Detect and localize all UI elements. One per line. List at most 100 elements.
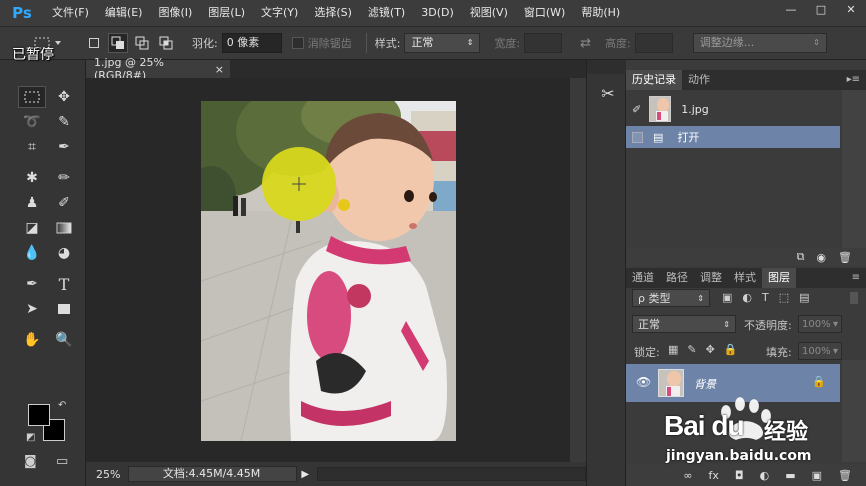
intersect-selection-button[interactable] bbox=[156, 33, 176, 53]
shape-tool[interactable] bbox=[50, 298, 78, 320]
opacity-input[interactable]: 100% ▾ bbox=[798, 315, 842, 333]
add-to-selection-button[interactable] bbox=[108, 33, 128, 53]
layer-row-background[interactable]: 👁 背景 🔒 bbox=[626, 364, 840, 402]
adjustment-layer-icon[interactable]: ◐ bbox=[760, 469, 770, 482]
foreground-color-swatch[interactable] bbox=[28, 404, 50, 426]
hand-tool[interactable]: ✋ bbox=[18, 329, 46, 351]
eraser-tool[interactable]: ◪ bbox=[18, 217, 46, 239]
new-layer-icon[interactable]: ▣ bbox=[812, 469, 822, 482]
move-tool[interactable]: ✥ bbox=[50, 86, 78, 108]
blend-mode-select[interactable]: 正常 ⇕ bbox=[632, 315, 736, 333]
lock-transparent-icon[interactable]: ▦ bbox=[668, 343, 678, 356]
document-tab[interactable]: 1.jpg @ 25%(RGB/8#) × bbox=[86, 56, 230, 82]
tab-channels[interactable]: 通道 bbox=[626, 268, 660, 288]
tab-layers[interactable]: 图层 bbox=[762, 268, 796, 288]
history-scrollbar[interactable] bbox=[842, 90, 866, 250]
canvas-horizontal-scrollbar[interactable] bbox=[317, 467, 586, 481]
smart-object-filter-icon[interactable]: ▤ bbox=[799, 291, 809, 304]
zoom-tool[interactable]: 🔍 bbox=[50, 329, 78, 351]
refine-edge-button[interactable]: 调整边缘... ⇕ bbox=[692, 33, 827, 53]
path-select-tool[interactable]: ➤ bbox=[18, 298, 46, 320]
lock-all-icon[interactable]: 🔒 bbox=[724, 343, 738, 356]
filter-toggle[interactable] bbox=[850, 292, 858, 304]
blur-tool[interactable]: 💧 bbox=[18, 242, 46, 264]
delete-layer-icon[interactable]: 🗑 bbox=[838, 469, 852, 482]
trash-icon[interactable]: 🗑 bbox=[838, 251, 852, 264]
dodge-tool[interactable]: ◕ bbox=[50, 242, 78, 264]
quick-mask-mode-icon[interactable]: ◙ bbox=[24, 454, 37, 469]
clone-stamp-tool[interactable]: ♟ bbox=[18, 192, 46, 214]
menu-image[interactable]: 图像(I) bbox=[150, 0, 200, 26]
screen-mode-icon[interactable]: ▭ bbox=[56, 454, 68, 469]
history-snapshot[interactable]: ✐ 1.jpg bbox=[626, 94, 840, 124]
tab-actions[interactable]: 动作 bbox=[682, 70, 716, 90]
layers-scrollbar[interactable] bbox=[842, 360, 866, 462]
document-image[interactable] bbox=[201, 101, 456, 441]
canvas-vertical-scrollbar[interactable] bbox=[570, 78, 586, 462]
tab-history[interactable]: 历史记录 bbox=[626, 70, 682, 90]
link-layers-icon[interactable]: ∞ bbox=[683, 469, 692, 482]
feather-input[interactable]: 0 像素 bbox=[221, 33, 282, 53]
menu-help[interactable]: 帮助(H) bbox=[573, 0, 628, 26]
tab-paths[interactable]: 路径 bbox=[660, 268, 694, 288]
type-tool[interactable]: T bbox=[50, 273, 78, 295]
style-select[interactable]: 正常 ⇕ bbox=[404, 33, 481, 53]
fill-input[interactable]: 100% ▾ bbox=[798, 342, 842, 360]
camera-icon[interactable]: ◉ bbox=[816, 251, 826, 264]
subtract-selection-icon bbox=[135, 36, 149, 50]
history-step[interactable]: ▤ 打开 bbox=[626, 126, 840, 148]
height-input[interactable] bbox=[634, 33, 673, 53]
panel-menu-icon[interactable]: ▸≡ bbox=[847, 70, 860, 90]
tab-adjustments[interactable]: 调整 bbox=[694, 268, 728, 288]
menu-view[interactable]: 视图(V) bbox=[462, 0, 516, 26]
swap-colors-icon[interactable]: ↶ bbox=[58, 400, 66, 411]
lasso-tool[interactable]: ➰ bbox=[18, 111, 46, 133]
close-button[interactable]: ✕ bbox=[837, 0, 865, 18]
minimize-button[interactable]: — bbox=[777, 0, 805, 18]
menu-window[interactable]: 窗口(W) bbox=[516, 0, 573, 26]
menu-select[interactable]: 选择(S) bbox=[306, 0, 360, 26]
brush-tool[interactable]: ✏ bbox=[50, 167, 78, 189]
layer-filter-select[interactable]: ρ 类型 ⇕ bbox=[632, 289, 710, 307]
subtract-selection-button[interactable] bbox=[132, 33, 152, 53]
width-label: 宽度: bbox=[494, 37, 521, 50]
lock-pixels-icon[interactable]: ✎ bbox=[687, 343, 696, 356]
width-input[interactable] bbox=[524, 33, 563, 53]
gradient-tool[interactable] bbox=[50, 217, 78, 239]
swap-dimensions-icon[interactable]: ⇄ bbox=[580, 36, 591, 51]
shape-filter-icon[interactable]: ⬚ bbox=[779, 291, 789, 304]
add-mask-icon[interactable]: ◘ bbox=[735, 469, 744, 482]
new-group-icon[interactable]: ▬ bbox=[785, 469, 795, 482]
menu-filter[interactable]: 滤镜(T) bbox=[360, 0, 413, 26]
adjustment-filter-icon[interactable]: ◐ bbox=[742, 291, 752, 304]
close-icon[interactable]: × bbox=[215, 63, 224, 76]
antialias-checkbox[interactable] bbox=[291, 37, 304, 49]
rect-marquee-tool[interactable] bbox=[18, 86, 46, 108]
tab-styles[interactable]: 样式 bbox=[728, 268, 762, 288]
maximize-button[interactable]: □ bbox=[807, 0, 835, 18]
pixel-filter-icon[interactable]: ▣ bbox=[722, 291, 732, 304]
menu-3d[interactable]: 3D(D) bbox=[413, 0, 462, 26]
menu-file[interactable]: 文件(F) bbox=[44, 0, 97, 26]
type-filter-icon[interactable]: T bbox=[762, 291, 769, 304]
quick-select-tool[interactable]: ✎ bbox=[50, 111, 78, 133]
eyedropper-tool[interactable]: ✒ bbox=[50, 136, 78, 158]
zoom-level[interactable]: 25% bbox=[86, 468, 128, 481]
new-document-from-state-icon[interactable]: ⧉ bbox=[797, 250, 805, 264]
tool-presets-icon[interactable]: ✂ bbox=[595, 82, 621, 104]
pen-tool[interactable]: ✒ bbox=[18, 273, 46, 295]
status-menu-arrow-icon[interactable]: ▶ bbox=[301, 469, 309, 480]
menu-layer[interactable]: 图层(L) bbox=[200, 0, 253, 26]
panel-menu-icon[interactable]: ≡ bbox=[852, 268, 860, 288]
visibility-eye-icon[interactable]: 👁 bbox=[636, 375, 651, 389]
fx-icon[interactable]: fx bbox=[709, 469, 719, 482]
layers-panel-tabs: 通道 路径 调整 样式 图层 bbox=[626, 268, 866, 288]
history-brush-tool[interactable]: ✐ bbox=[50, 192, 78, 214]
menu-type[interactable]: 文字(Y) bbox=[253, 0, 306, 26]
new-selection-button[interactable] bbox=[84, 33, 104, 53]
menu-edit[interactable]: 编辑(E) bbox=[97, 0, 151, 26]
lock-position-icon[interactable]: ✥ bbox=[706, 343, 715, 356]
default-colors-icon[interactable]: ◩ bbox=[26, 432, 35, 443]
healing-brush-tool[interactable]: ✱ bbox=[18, 167, 46, 189]
crop-tool[interactable]: ⌗ bbox=[18, 136, 46, 158]
